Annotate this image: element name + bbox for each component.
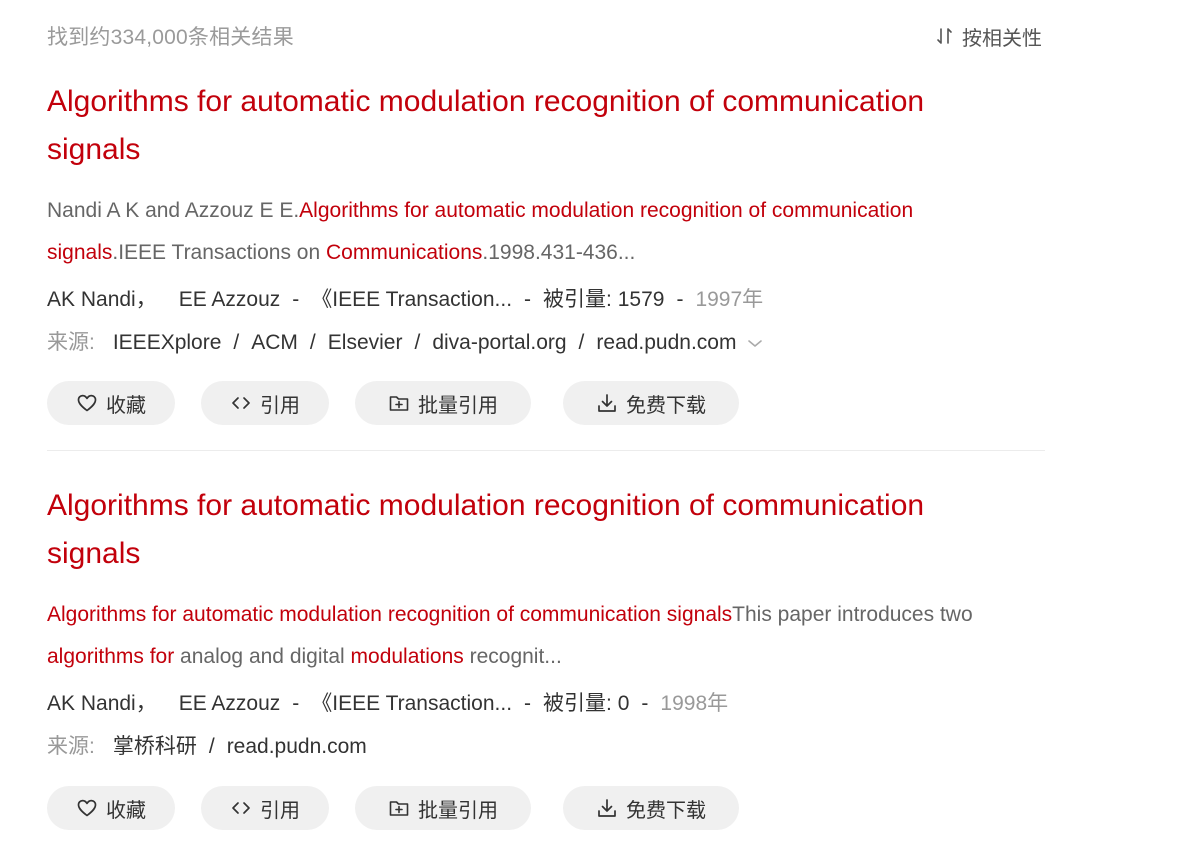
folder-plus-icon [389,801,409,816]
download-icon [598,799,616,817]
result-meta: AK Nandi ， EE Azzouz - 《IEEE Transaction… [47,692,1045,716]
source-link[interactable]: Elsevier [328,331,403,355]
journal-link[interactable]: 《IEEE Transaction... [311,288,512,312]
batch-cite-label: 批量引用 [418,799,498,822]
meta-separator: - [641,692,649,715]
snippet-text: recognit... [463,645,562,668]
cite-button[interactable]: 引用 [201,786,329,830]
snippet-highlight: modulations [350,645,464,668]
batch-cite-button[interactable]: 批量引用 [355,786,531,830]
source-link[interactable]: read.pudn.com [227,735,367,759]
source-separator: / [578,331,585,354]
download-icon [598,394,616,412]
source-link[interactable]: ACM [251,331,298,355]
code-icon [232,802,250,814]
source-link[interactable]: 掌桥科研 [113,735,197,759]
snippet-text: analog and digital [174,645,351,668]
snippet-text: .IEEE Transactions on [112,241,326,264]
source-label: 来源: [47,735,95,758]
source-label: 来源: [47,331,95,354]
journal-link[interactable]: 《IEEE Transaction... [311,692,512,716]
result-title-line2: signals [47,133,141,166]
meta-separator: - [676,288,684,311]
source-separator: / [414,331,421,354]
cited-label: 被引量: [543,288,612,311]
sort-label: 按相关性 [962,27,1042,50]
heart-icon [77,394,97,412]
favorite-label: 收藏 [106,394,146,417]
batch-cite-label: 批量引用 [418,394,498,417]
code-icon [232,397,250,409]
result-title-line1: Algorithms for automatic modulation reco… [47,489,925,522]
result-snippet: Nandi A K and Azzouz E E.Algorithms for … [47,190,1037,274]
source-list: 来源: IEEEXplore / ACM / Elsevier / diva-p… [47,331,1045,355]
source-link[interactable]: read.pudn.com [596,331,736,355]
meta-separator: - [292,692,300,715]
result-snippet: Algorithms for automatic modulation reco… [47,594,1037,678]
cited-label: 被引量: [543,692,612,715]
result-title[interactable]: Algorithms for automatic modulation reco… [47,78,1007,174]
cited-count: 0 [617,692,630,715]
author-link[interactable]: EE Azzouz [179,288,281,312]
heart-icon [77,799,97,817]
favorite-button[interactable]: 收藏 [47,786,175,830]
folder-plus-icon [389,396,409,411]
snippet-highlight: algorithms for [47,645,175,668]
meta-separator: - [524,288,532,311]
result-actions: 收藏 引用 批量引用 免费下载 [47,381,1045,425]
source-separator: / [208,735,215,758]
download-button[interactable]: 免费下载 [563,381,739,425]
download-button[interactable]: 免费下载 [563,786,739,830]
author-separator: ， [135,288,157,311]
result-count: 找到约334,000条相关结果 [47,26,294,49]
download-label: 免费下载 [626,394,706,417]
favorite-label: 收藏 [106,799,146,822]
result-divider [47,450,1045,451]
meta-separator: - [292,288,300,311]
source-separator: / [233,331,240,354]
snippet-text: .1998.431-436... [482,241,636,264]
result-actions: 收藏 引用 批量引用 免费下载 [47,786,1045,830]
snippet-highlight: Communications [325,241,483,264]
author-link[interactable]: AK Nandi [47,692,136,716]
cited-count: 1579 [617,288,665,311]
cite-label: 引用 [260,799,300,822]
cite-label: 引用 [260,394,300,417]
source-list: 来源: 掌桥科研 / read.pudn.com [47,735,1045,759]
result-title-line1: Algorithms for automatic modulation reco… [47,85,925,118]
result-title-line2: signals [47,537,141,570]
sort-icon [937,28,952,44]
chevron-down-icon[interactable] [746,334,764,352]
batch-cite-button[interactable]: 批量引用 [355,381,531,425]
snippet-text: Nandi A K and Azzouz E E. [47,199,300,222]
result-item: Algorithms for automatic modulation reco… [47,482,1045,830]
publish-year: 1997年 [695,288,764,311]
cite-button[interactable]: 引用 [201,381,329,425]
author-separator: ， [135,692,157,715]
search-results-page: 找到约334,000条相关结果 按相关性 Algorithms for auto… [0,0,1201,850]
sort-button[interactable]: 按相关性 [934,22,1042,51]
publish-year: 1998年 [660,692,729,715]
results-toolbar: 找到约334,000条相关结果 按相关性 [47,20,1042,52]
source-separator: / [309,331,316,354]
favorite-button[interactable]: 收藏 [47,381,175,425]
download-label: 免费下载 [626,799,706,822]
source-link[interactable]: IEEEXplore [113,331,222,355]
result-title[interactable]: Algorithms for automatic modulation reco… [47,482,1007,578]
result-item: Algorithms for automatic modulation reco… [47,78,1045,425]
author-link[interactable]: AK Nandi [47,288,136,312]
author-link[interactable]: EE Azzouz [179,692,281,716]
source-link[interactable]: diva-portal.org [432,331,566,355]
result-meta: AK Nandi ， EE Azzouz - 《IEEE Transaction… [47,288,1045,312]
snippet-highlight: Algorithms for automatic modulation reco… [47,603,733,626]
meta-separator: - [524,692,532,715]
snippet-text: This paper introduces two [732,603,973,626]
